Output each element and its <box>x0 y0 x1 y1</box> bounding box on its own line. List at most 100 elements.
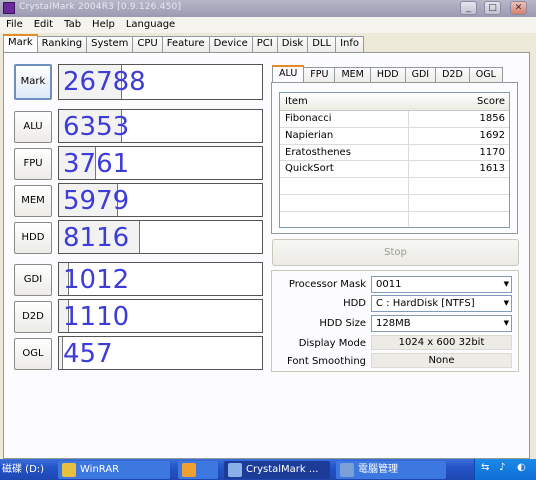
menu-edit[interactable]: Edit <box>28 17 58 30</box>
system-tray: ⇆ ♪ ◐ <box>474 459 536 480</box>
row-score: 1613 <box>479 163 505 175</box>
taskbar-item-winrar[interactable]: WinRAR <box>58 461 170 479</box>
tab-info[interactable]: Info <box>335 36 364 52</box>
stop-button[interactable]: Stop <box>272 239 519 266</box>
chevron-down-icon: ▼ <box>503 280 509 288</box>
score-box-mark: 26788 <box>58 64 263 100</box>
header-score[interactable]: Score <box>477 96 505 107</box>
chevron-down-icon: ▼ <box>503 319 509 327</box>
subtab-alu[interactable]: ALU <box>272 65 305 82</box>
table-row[interactable]: Napierian 1692 <box>280 127 509 145</box>
hdd-size-value: 128MB <box>376 318 411 329</box>
table-row-empty <box>280 178 509 195</box>
score-box-hdd: 8116 <box>58 220 263 254</box>
row-score: 1170 <box>479 146 505 158</box>
score-value-mark: 26788 <box>63 67 146 97</box>
tab-feature[interactable]: Feature <box>161 36 210 52</box>
subtab-fpu[interactable]: FPU <box>303 67 336 82</box>
table-row[interactable]: QuickSort 1613 <box>280 161 509 179</box>
taskbar: 磁碟 (D:) WinRAR CrystalMark ... 電腦管理 ⇆ ♪ … <box>0 459 536 480</box>
alu-button[interactable]: ALU <box>14 111 52 143</box>
taskbar-item-media[interactable] <box>178 461 218 479</box>
subtab-mem[interactable]: MEM <box>334 67 371 82</box>
detail-panel: Item Score Fibonacci 1856 Napierian 1692 E… <box>271 82 518 234</box>
taskbar-item-drive[interactable]: 磁碟 (D:) <box>0 461 50 479</box>
window-icon <box>228 463 242 477</box>
score-box-fpu: 3761 <box>58 146 263 180</box>
tab-system[interactable]: System <box>86 36 134 52</box>
menu-tab[interactable]: Tab <box>58 17 86 30</box>
menu-bar: File Edit Tab Help Language <box>0 17 536 33</box>
subtab-gdi[interactable]: GDI <box>404 67 437 82</box>
table-row[interactable]: Eratosthenes 1170 <box>280 144 509 162</box>
fpu-button[interactable]: FPU <box>14 148 52 180</box>
tray-icon[interactable]: ◐ <box>517 462 526 473</box>
hdd-size-label: HDD Size <box>319 318 366 329</box>
column-divider <box>408 194 409 211</box>
table-row-empty <box>280 194 509 212</box>
processor-mask-label: Processor Mask <box>288 279 366 290</box>
header-item[interactable]: Item <box>285 96 308 107</box>
column-divider <box>408 127 409 144</box>
hdd-row: HDD C : HardDisk [NTFS] ▼ <box>272 295 520 312</box>
display-mode-label: Display Mode <box>298 338 366 349</box>
menu-language[interactable]: Language <box>120 17 180 30</box>
row-score: 1856 <box>479 113 505 124</box>
score-value-hdd: 8116 <box>63 223 130 253</box>
tab-dll[interactable]: DLL <box>307 36 337 52</box>
score-value-gdi: 1012 <box>63 265 130 295</box>
tab-disk[interactable]: Disk <box>276 36 309 52</box>
tab-ranking[interactable]: Ranking <box>36 36 88 52</box>
score-box-d2d: 1110 <box>58 299 263 333</box>
menu-help[interactable]: Help <box>86 17 120 30</box>
mark-button[interactable]: Mark <box>14 64 52 100</box>
column-divider <box>408 211 409 227</box>
hdd-size-row: HDD Size 128MB ▼ <box>272 315 520 332</box>
row-item: Eratosthenes <box>285 146 351 158</box>
hdd-button[interactable]: HDD <box>14 222 52 254</box>
hdd-select[interactable]: C : HardDisk [NTFS] ▼ <box>371 295 512 312</box>
hdd-label: HDD <box>343 298 366 309</box>
ogl-button[interactable]: OGL <box>14 338 52 370</box>
folder-icon <box>62 463 76 477</box>
tab-cpu[interactable]: CPU <box>132 36 163 52</box>
table-row-empty <box>280 211 509 227</box>
network-icon[interactable]: ⇆ <box>481 462 489 473</box>
row-item: Fibonacci <box>285 113 332 124</box>
d2d-button[interactable]: D2D <box>14 301 52 333</box>
processor-mask-select[interactable]: 0011 ▼ <box>371 276 512 293</box>
hdd-size-select[interactable]: 128MB ▼ <box>371 315 512 332</box>
taskbar-computer-management-label: 電腦管理 <box>358 464 398 475</box>
score-value-ogl: 457 <box>63 339 113 369</box>
subtab-d2d[interactable]: D2D <box>435 67 470 82</box>
row-score: 1692 <box>479 129 505 141</box>
title-bar[interactable]: CrystalMark 2004R3 [0.9.126.450] _ □ ✕ <box>0 0 536 17</box>
font-smoothing-row: Font Smoothing None <box>272 353 520 370</box>
score-box-alu: 6353 <box>58 109 263 143</box>
tab-device[interactable]: Device <box>208 36 253 52</box>
subtab-hdd[interactable]: HDD <box>369 67 406 82</box>
score-box-mem: 5979 <box>58 183 263 217</box>
subtab-ogl[interactable]: OGL <box>468 67 503 82</box>
main-tabs: Mark Ranking System CPU Feature Device P… <box>3 34 364 52</box>
media-player-icon <box>182 463 196 477</box>
hdd-value: C : HardDisk [NTFS] <box>376 298 475 309</box>
taskbar-item-computer-management[interactable]: 電腦管理 <box>336 461 446 479</box>
minimize-button[interactable]: _ <box>460 1 477 15</box>
score-value-mem: 5979 <box>63 186 130 216</box>
tab-mark[interactable]: Mark <box>3 34 38 52</box>
mem-button[interactable]: MEM <box>14 185 52 217</box>
tab-pci[interactable]: PCI <box>251 36 278 52</box>
results-table[interactable]: Item Score Fibonacci 1856 Napierian 1692 E… <box>279 92 510 228</box>
menu-file[interactable]: File <box>0 17 28 30</box>
display-mode-row: Display Mode 1024 x 600 32bit <box>272 335 520 352</box>
taskbar-item-crystalmark[interactable]: CrystalMark ... <box>224 461 330 479</box>
gdi-button[interactable]: GDI <box>14 264 52 296</box>
display-mode-value: 1024 x 600 32bit <box>371 335 512 350</box>
close-button[interactable]: ✕ <box>510 1 527 15</box>
score-value-alu: 6353 <box>63 112 130 142</box>
table-row[interactable]: Fibonacci 1856 <box>280 111 509 128</box>
volume-icon[interactable]: ♪ <box>499 462 505 473</box>
maximize-button[interactable]: □ <box>484 1 501 15</box>
font-smoothing-value: None <box>371 353 512 368</box>
